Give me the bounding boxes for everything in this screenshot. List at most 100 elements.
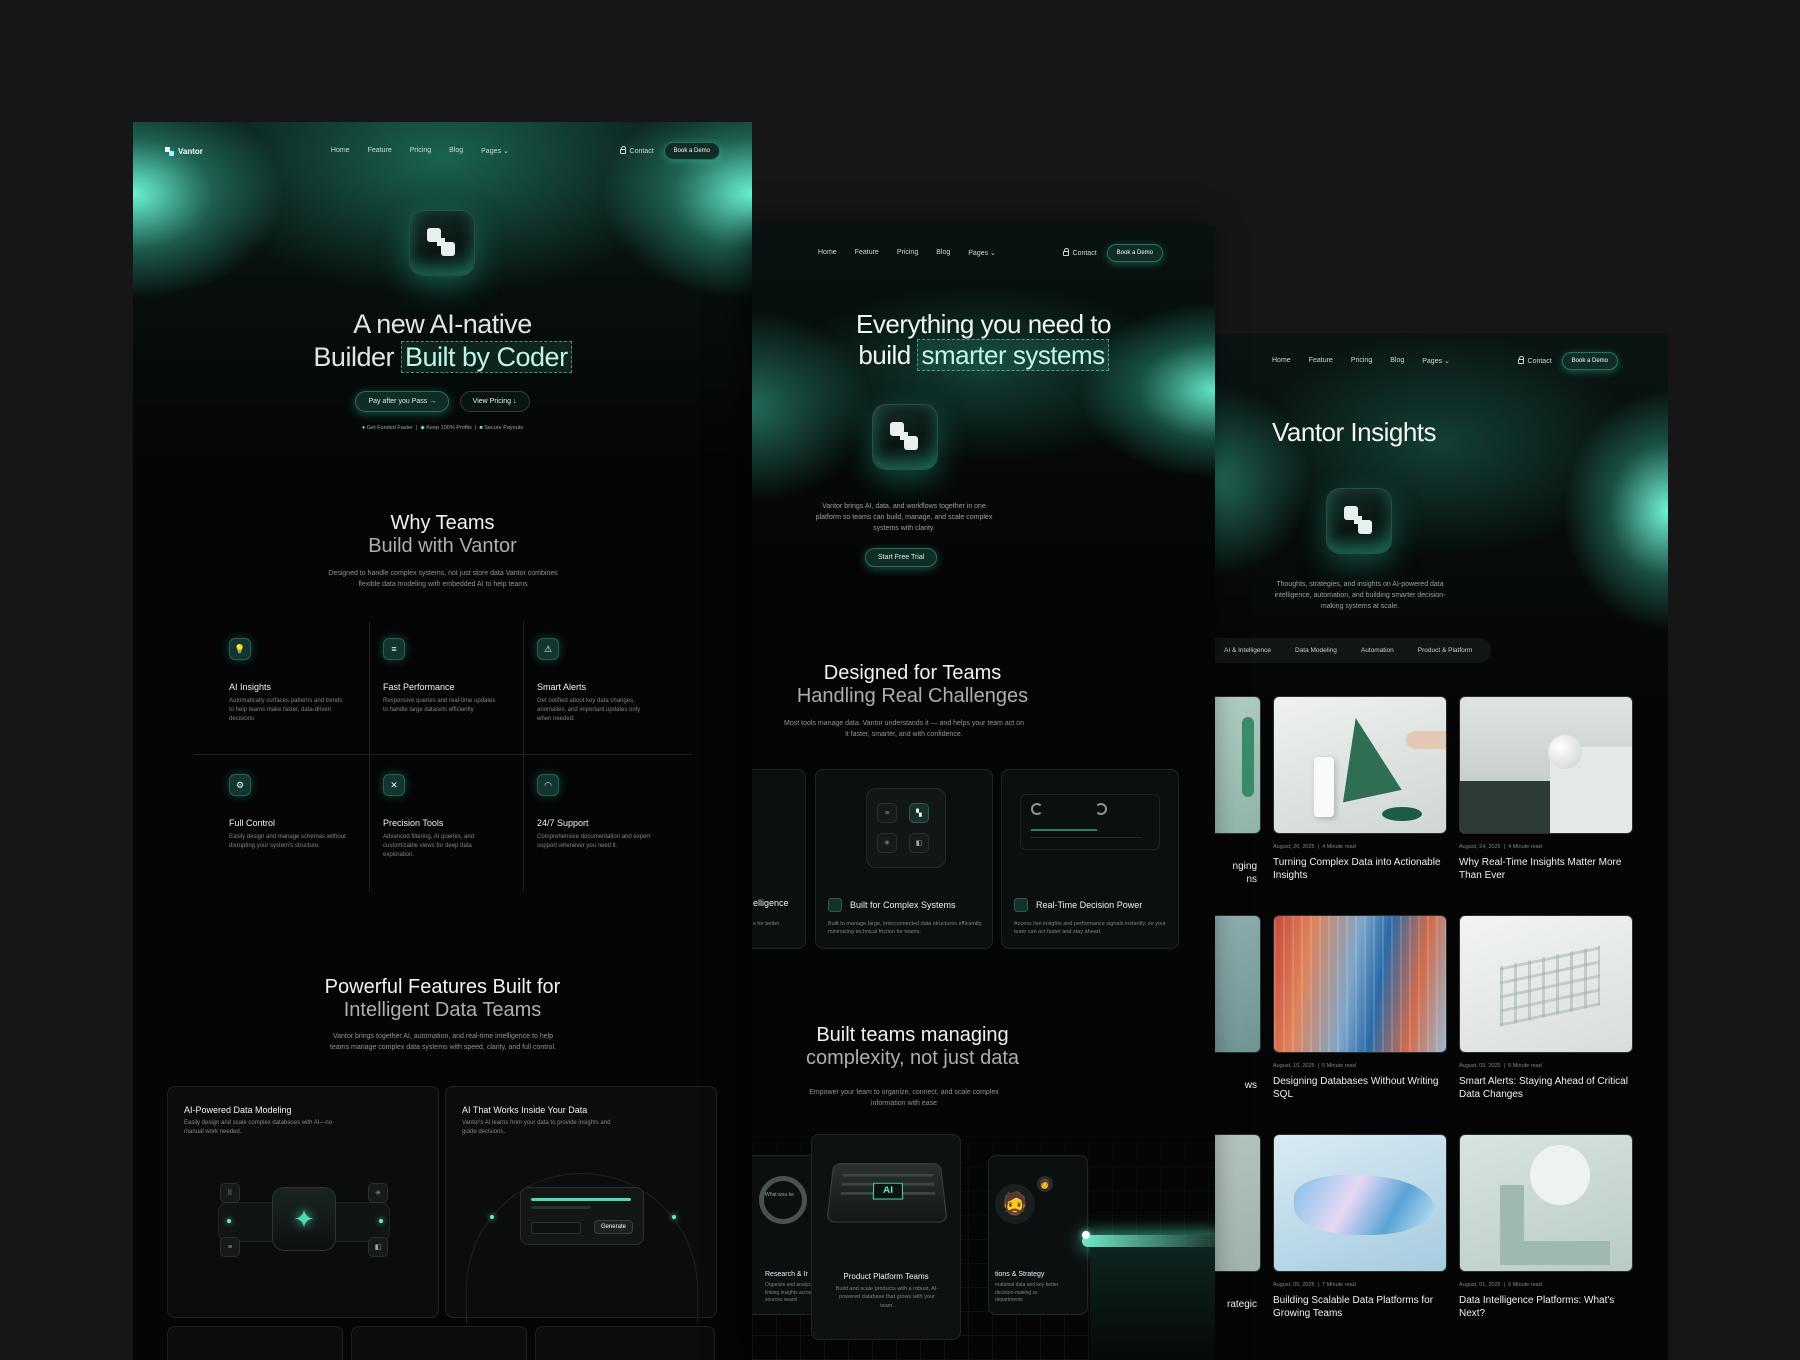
designed-title-line-2: Handling Real Challenges [796, 685, 1029, 707]
search-hint: What wou [765, 1192, 788, 1198]
blog-card[interactable]: August, 01, 2025 | 6 Minute read Data In… [1459, 1134, 1633, 1320]
ai-chip-icon: AI [872, 1182, 904, 1200]
feature-desc: Easily design and manage schemas without… [229, 834, 346, 849]
nav-pages[interactable]: Pages ⌄ [481, 147, 509, 155]
nav-feature[interactable]: Feature [368, 147, 392, 155]
nav-pricing[interactable]: Pricing [1351, 357, 1372, 365]
top-nav: Home Feature Pricing Blog Pages ⌄ Contac… [752, 244, 1215, 262]
list-icon: ≡ [877, 803, 897, 823]
badge-payouts: Secure Payouts [484, 425, 524, 431]
top-nav: Vantor Home Feature Pricing Blog Pages ⌄… [133, 142, 752, 160]
book-demo-button[interactable]: Book a Demo [663, 142, 720, 160]
nav-home[interactable]: Home [1272, 357, 1291, 365]
category-tabs: AI & Intelligence Data Modeling Automati… [1215, 638, 1492, 663]
logo-mark-icon: ▚ [909, 803, 929, 823]
post-date: August, 09, 2025 [1459, 1063, 1501, 1069]
card-desc: s for better [753, 921, 780, 927]
managing-complexity-title: Built teams managing complexity, not jus… [752, 1024, 1073, 1070]
hero-line-1: Everything you need to [856, 309, 1111, 339]
top-nav: Home Feature Pricing Blog Pages ⌄ Contac… [1215, 352, 1668, 370]
cta-secondary-label: View Pricing [472, 398, 512, 405]
card-desc: Built to manage large, interconnected da… [828, 921, 983, 936]
contact-label: Contact [629, 147, 654, 155]
card-desc: Easily design and scale complex database… [184, 1120, 333, 1135]
post-image [1215, 915, 1261, 1053]
card-intelligence-partial: elligence s for better [752, 769, 806, 949]
view-pricing-button[interactable]: View Pricing ↓ [459, 391, 530, 412]
tools-icon: ✕ [383, 774, 405, 796]
post-read-time: 6 Minute read [1508, 1063, 1542, 1069]
nav-blog[interactable]: Blog [936, 249, 950, 257]
nav-blog[interactable]: Blog [449, 147, 463, 155]
nav-home[interactable]: Home [331, 147, 350, 155]
logo-mark-icon [165, 146, 174, 156]
pay-after-pass-button[interactable]: Pay after you Pass → [355, 391, 450, 412]
hero-cta-row: Pay after you Pass → View Pricing ↓ [133, 390, 752, 412]
tab-data-modeling[interactable]: Data Modeling [1286, 643, 1346, 658]
feature-title: Full Control [229, 818, 276, 828]
nav-home[interactable]: Home [818, 249, 837, 257]
post-title-partial: ns [1246, 874, 1257, 885]
logo-mark-icon [888, 420, 922, 454]
card-desc: erational data and key better decision-m… [995, 1282, 1059, 1303]
nav-feature[interactable]: Feature [855, 249, 879, 257]
hero-logo-tile [1326, 488, 1392, 554]
feature-desc: Responsive queries and real-time updates… [383, 698, 496, 713]
nav-pricing[interactable]: Pricing [897, 249, 918, 257]
alert-icon: ⚠ [537, 638, 559, 660]
blog-card[interactable]: August, 09, 2025 | 6 Minute read Smart A… [1459, 915, 1633, 1101]
feature-desc: Get notified about key data changes, ano… [537, 698, 641, 722]
hero-headline: Everything you need to build smarter sys… [752, 309, 1215, 372]
copy-icon: ◧ [909, 833, 929, 853]
tab-automation[interactable]: Automation [1352, 643, 1403, 658]
tab-ai-intelligence[interactable]: AI & Intelligence [1215, 643, 1280, 658]
post-title-partial: nging [1232, 861, 1257, 872]
brand-logo[interactable]: Vantor [165, 146, 203, 156]
card-title: Research & Ir [765, 1271, 808, 1278]
why-teams-title: Why Teams Build with Vantor [133, 512, 752, 558]
generate-button[interactable]: Generate [593, 1220, 633, 1234]
nav-pages-label: Pages [1422, 358, 1443, 365]
blog-card[interactable]: August, 10, 2025 | 5 Minute read Designi… [1273, 915, 1447, 1101]
avatar-small: 👩 [1037, 1176, 1053, 1192]
hero-line-2-prefix: build [858, 340, 911, 371]
chevron-down-icon: ⌄ [1444, 358, 1450, 365]
blog-card[interactable]: August, 26, 2025 | 4 Minute read Turning… [1273, 696, 1447, 882]
gear-icon: ⚙ [229, 774, 251, 796]
feature-desc: Automatically surfaces patterns and tren… [229, 698, 343, 722]
blog-card[interactable]: August, 24, 2025 | 4 Minute read Why Rea… [1459, 696, 1633, 882]
post-title: Designing Databases Without Writing SQL [1273, 1076, 1439, 1100]
bulb-icon: 💡 [229, 638, 251, 660]
feature-fast-performance: ≡ Fast Performance Responsive queries an… [373, 638, 521, 715]
post-title: Why Real-Time Insights Matter More Than … [1459, 857, 1622, 881]
nav-contact[interactable]: Contact [1517, 355, 1552, 365]
feature-smart-alerts: ⚠ Smart Alerts Get notified about key da… [527, 638, 675, 724]
post-image [1273, 696, 1447, 834]
nav-pages[interactable]: Pages ⌄ [968, 249, 996, 257]
book-demo-button[interactable]: Book a Demo [1106, 244, 1163, 262]
feature-title: 24/7 Support [537, 818, 589, 828]
post-date: August, 01, 2025 [1459, 1282, 1501, 1288]
nav-pages[interactable]: Pages ⌄ [1422, 357, 1450, 365]
book-demo-button[interactable]: Book a Demo [1561, 352, 1618, 370]
post-date: August, 10, 2025 [1273, 1063, 1315, 1069]
hero-logo-tile [409, 210, 475, 276]
nav-feature[interactable]: Feature [1309, 357, 1333, 365]
nav-contact[interactable]: Contact [1062, 247, 1097, 257]
lock-icon [619, 145, 627, 154]
start-free-trial-button[interactable]: Start Free Trial [865, 548, 938, 567]
nav-contact[interactable]: Contact [619, 145, 654, 155]
card-realtime-decision: Real-Time Decision Power Access live ins… [1001, 769, 1179, 949]
card-title: AI That Works Inside Your Data [462, 1105, 588, 1115]
nav-pricing[interactable]: Pricing [410, 147, 431, 155]
blog-card[interactable]: August, 05, 2025 | 7 Minute read Buildin… [1273, 1134, 1447, 1320]
sparkle-icon: ✦ [272, 1187, 336, 1251]
nav-blog[interactable]: Blog [1390, 357, 1404, 365]
feature-ai-insights: 💡 AI Insights Automatically surfaces pat… [219, 638, 367, 724]
shield-check-icon: ● [361, 425, 366, 431]
tab-product-platform[interactable]: Product & Platform [1409, 643, 1482, 658]
gauge-icon [1031, 803, 1043, 815]
post-date: August, 05, 2025 [1273, 1282, 1315, 1288]
arrow-down-icon: ↓ [513, 398, 517, 405]
post-title: Smart Alerts: Staying Ahead of Critical … [1459, 1076, 1628, 1100]
